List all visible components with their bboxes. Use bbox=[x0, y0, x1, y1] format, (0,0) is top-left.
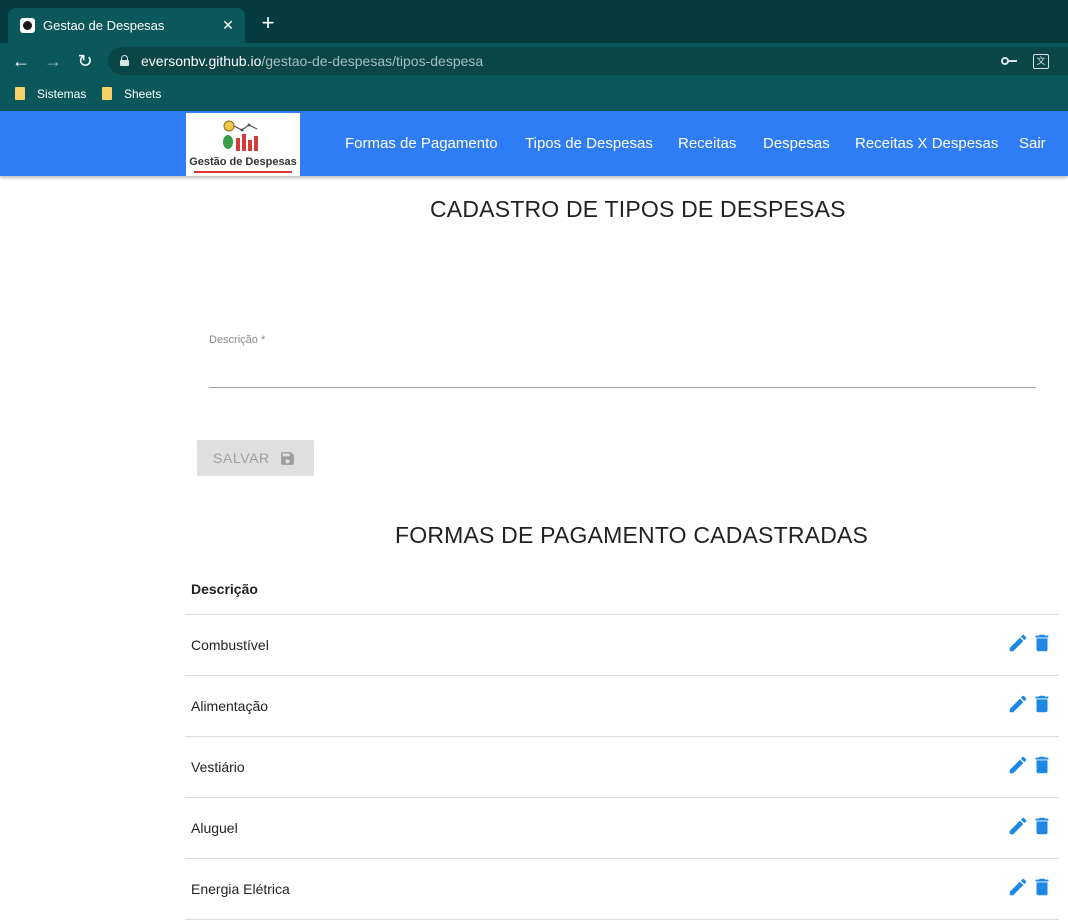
row-descricao: Combustível bbox=[191, 637, 269, 653]
trash-icon[interactable] bbox=[1031, 693, 1053, 715]
trash-icon[interactable] bbox=[1031, 754, 1053, 776]
logo-underline bbox=[194, 171, 292, 173]
table-row: Alimentação bbox=[185, 676, 1059, 737]
folder-icon bbox=[102, 87, 112, 100]
money-chart-icon bbox=[223, 120, 258, 151]
trash-icon[interactable] bbox=[1031, 632, 1053, 654]
browser-tab[interactable]: Gestao de Despesas ✕ bbox=[8, 8, 245, 43]
row-descricao: Alimentação bbox=[191, 698, 269, 714]
table-row: Combustível bbox=[185, 615, 1059, 676]
table-row: Vestiário bbox=[185, 737, 1059, 798]
nav-tipos-de-despesas[interactable]: Tipos de Despesas bbox=[525, 135, 653, 153]
new-tab-button[interactable]: + bbox=[256, 11, 280, 35]
nav-formas-de-pagamento[interactable]: Formas de Pagamento bbox=[345, 135, 498, 153]
pencil-icon[interactable] bbox=[1007, 632, 1029, 654]
page-title: CADASTRO DE TIPOS DE DESPESAS bbox=[430, 196, 846, 222]
translate-icon[interactable]: 文 bbox=[1033, 54, 1049, 69]
trash-icon[interactable] bbox=[1031, 815, 1053, 837]
floppy-disk-icon bbox=[281, 452, 294, 465]
trash-icon[interactable] bbox=[1031, 876, 1053, 898]
bookmarks-bar: Sistemas Sheets bbox=[0, 78, 1068, 111]
table-title: FORMAS DE PAGAMENTO CADASTRADAS bbox=[395, 522, 869, 548]
reload-button[interactable]: ↻ bbox=[72, 48, 98, 74]
pencil-icon[interactable] bbox=[1007, 693, 1029, 715]
pencil-icon[interactable] bbox=[1007, 754, 1029, 776]
key-icon[interactable] bbox=[1001, 56, 1019, 66]
address-bar[interactable]: eversonbv.github.io/gestao-de-despesas/t… bbox=[108, 47, 1068, 75]
nav-despesas[interactable]: Despesas bbox=[763, 135, 830, 153]
row-descricao: Aluguel bbox=[191, 820, 238, 836]
logo-text: Gestão de Despesas bbox=[189, 156, 297, 168]
browser-toolbar: ← → ↻ eversonbv.github.io/gestao-de-desp… bbox=[0, 43, 1068, 78]
nav-receitas-x-despesas[interactable]: Receitas X Despesas bbox=[855, 135, 998, 153]
folder-icon bbox=[15, 87, 25, 100]
descricao-input[interactable] bbox=[209, 352, 1036, 388]
row-descricao: Vestiário bbox=[191, 759, 245, 775]
app-navbar: Gestão de Despesas Formas de Pagamento T… bbox=[0, 111, 1068, 176]
save-button[interactable]: SALVAR bbox=[197, 440, 314, 476]
nav-receitas[interactable]: Receitas bbox=[678, 135, 736, 153]
close-tab-icon[interactable]: ✕ bbox=[219, 15, 237, 35]
site-favicon-icon bbox=[20, 18, 35, 33]
pencil-icon[interactable] bbox=[1007, 876, 1029, 898]
table-row: Energia Elétrica bbox=[185, 859, 1059, 920]
app-logo[interactable]: Gestão de Despesas bbox=[186, 113, 300, 176]
back-button[interactable]: ← bbox=[8, 48, 34, 74]
save-button-label: SALVAR bbox=[213, 450, 270, 466]
forward-button[interactable]: → bbox=[40, 48, 66, 74]
lock-icon bbox=[120, 55, 129, 66]
tab-title: Gestao de Despesas bbox=[43, 18, 165, 33]
bookmark-sistemas[interactable]: Sistemas bbox=[15, 86, 86, 102]
table-row: Aluguel bbox=[185, 798, 1059, 859]
bookmark-sheets[interactable]: Sheets bbox=[102, 86, 161, 102]
nav-sair[interactable]: Sair bbox=[1019, 135, 1046, 153]
browser-tabstrip: Gestao de Despesas ✕ + bbox=[0, 0, 1068, 43]
tipos-despesa-table: Descrição Combustível Alimentação Vestiá… bbox=[185, 566, 1059, 920]
pencil-icon[interactable] bbox=[1007, 815, 1029, 837]
column-header-descricao: Descrição bbox=[185, 566, 1059, 615]
url-text: eversonbv.github.io/gestao-de-despesas/t… bbox=[141, 53, 484, 69]
descricao-label: Descrição * bbox=[209, 334, 266, 346]
row-descricao: Energia Elétrica bbox=[191, 881, 290, 897]
